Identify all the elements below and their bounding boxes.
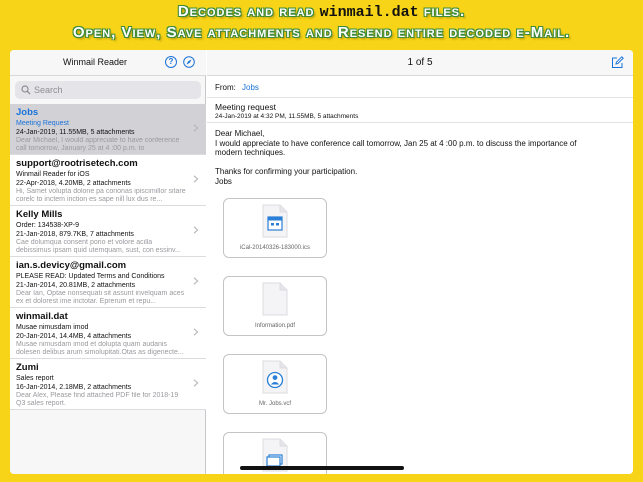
body-line-2: modern techniques.	[215, 148, 286, 157]
compose-icon[interactable]	[611, 56, 624, 69]
list-item-preview: Dear Ian, Optae nonsequati sit assunt in…	[16, 290, 185, 305]
chevron-right-icon	[193, 175, 199, 183]
list-item-sender: ian.s.devicy@gmail.com	[16, 260, 127, 271]
list-item-subject: Meeting Request	[16, 120, 69, 127]
from-label: From:	[215, 83, 236, 92]
list-item[interactable]: support@rootrisetech.com Winmail Reader …	[10, 155, 206, 206]
attachment-tile[interactable]: Information.pdf	[223, 276, 327, 336]
message-meta: 24-Jan-2019 at 4:32 PM, 11.55MB, 5 attac…	[215, 113, 359, 120]
message-body: Dear Michael, I would appreciate to have…	[215, 129, 625, 186]
search-icon	[21, 85, 31, 95]
banner-highlight: winmail.dat	[319, 4, 419, 21]
message-subject: Meeting request	[215, 102, 276, 112]
detail-header: 1 of 5	[207, 50, 633, 76]
list-item-meta: 16-Jan-2014, 2.18MB, 2 attachments	[16, 384, 132, 391]
list-item[interactable]: winmail.dat Musae nimusdam imod 20-Jan-2…	[10, 308, 206, 359]
message-detail: 1 of 5 From: Jobs Meeting request 24-Jan…	[207, 50, 633, 474]
list-item-preview: Dear Alex, Please find attached PDF file…	[16, 392, 179, 407]
calendar-file-icon	[262, 204, 288, 238]
list-item-sender: Kelly Mills	[16, 209, 63, 220]
chevron-right-icon	[193, 379, 199, 387]
banner-line-1: Decodes and read winmail.dat files.	[0, 3, 643, 21]
app-window: Winmail Reader ? Jobs Meeting Request 24…	[10, 50, 633, 474]
list-item-meta: 22-Apr-2018, 4.20MB, 2 attachments	[16, 180, 131, 187]
chevron-right-icon	[193, 328, 199, 336]
list-item-preview: Hi, Samet volupta dolone pa corionas ipi…	[16, 188, 186, 203]
list-item-preview: Dear Michael, I would appreciate to have…	[16, 137, 180, 152]
chevron-right-icon	[193, 124, 199, 132]
list-item-preview: Cae dolumqua consent porio et volore aci…	[16, 239, 181, 254]
chevron-right-icon	[193, 277, 199, 285]
chevron-right-icon	[193, 226, 199, 234]
attachment-name: Mr. Jobs.vcf	[258, 401, 291, 407]
subject-row: Meeting request 24-Jan-2019 at 4:32 PM, …	[207, 98, 633, 123]
attachment-tile[interactable]: Mr. Jobs.vcf	[223, 354, 327, 414]
body-line-1: I would appreciate to have conference ca…	[215, 138, 577, 148]
pdf-file-icon	[262, 282, 288, 316]
home-indicator[interactable]	[240, 466, 404, 470]
list-item-subject: Order: 134538-XP-9	[16, 222, 80, 229]
banner-line-1-pre: Decodes and read	[177, 3, 320, 20]
list-item-preview: Musae nimusdam imod et dolupta quam auda…	[16, 341, 184, 356]
list-item-sender: Zumi	[16, 362, 39, 373]
attachment-tile[interactable]: iCal-20140326-183000.ics	[223, 198, 327, 258]
app-title: Winmail Reader	[62, 57, 128, 67]
contact-file-icon	[262, 360, 288, 394]
message-list: Jobs Meeting Request 24-Jan-2019, 11.55M…	[10, 104, 206, 410]
attachment-name: iCal-20140326-183000.ics	[239, 245, 311, 251]
help-icon[interactable]: ?	[165, 56, 177, 68]
list-item-subject: PLEASE READ: Updated Terms and Condition…	[16, 273, 165, 280]
body-greeting: Dear Michael,	[215, 129, 265, 138]
search-bar[interactable]	[15, 81, 201, 99]
list-item-sender: winmail.dat	[16, 311, 68, 322]
list-item[interactable]: Zumi Sales report 16-Jan-2014, 2.18MB, 2…	[10, 359, 206, 410]
page-count: 1 of 5	[407, 57, 433, 68]
promo-banner: Decodes and read winmail.dat files. Open…	[0, 0, 643, 48]
message-sidebar: Winmail Reader ? Jobs Meeting Request 24…	[10, 50, 206, 474]
list-item-subject: Winmail Reader for iOS	[16, 171, 90, 178]
attachment-name: Information.pdf	[254, 323, 296, 329]
list-item-meta: 20-Jan-2014, 14.4MB, 4 attachments	[16, 333, 132, 340]
list-item-subject: Musae nimusdam imod	[16, 324, 89, 331]
list-item-meta: 21-Jan-2014, 20.81MB, 2 attachments	[16, 282, 136, 289]
list-item[interactable]: Kelly Mills Order: 134538-XP-9 21-Jan-20…	[10, 206, 206, 257]
list-item[interactable]: Jobs Meeting Request 24-Jan-2019, 11.55M…	[10, 104, 206, 155]
from-row: From: Jobs	[207, 76, 633, 98]
body-signoff: Jobs	[215, 176, 232, 186]
list-item-sender: Jobs	[16, 107, 39, 118]
from-sender-link[interactable]: Jobs	[242, 83, 259, 92]
search-input[interactable]	[34, 84, 194, 96]
banner-line-1-post: files.	[418, 3, 466, 20]
list-item-sender: support@rootrisetech.com	[16, 158, 138, 169]
list-item-meta: 24-Jan-2019, 11.55MB, 5 attachments	[16, 129, 135, 136]
compass-icon[interactable]	[183, 56, 195, 68]
banner-line-2: Open, View, Save attachments and Resend …	[72, 24, 571, 41]
body-thanks: Thanks for confirming your participation…	[215, 167, 358, 176]
list-item[interactable]: ian.s.devicy@gmail.com PLEASE READ: Upda…	[10, 257, 206, 308]
sidebar-header: Winmail Reader ?	[10, 50, 206, 76]
list-item-meta: 21-Jan-2018, 879.7KB, 7 attachments	[16, 231, 134, 238]
list-item-subject: Sales report	[16, 375, 54, 382]
